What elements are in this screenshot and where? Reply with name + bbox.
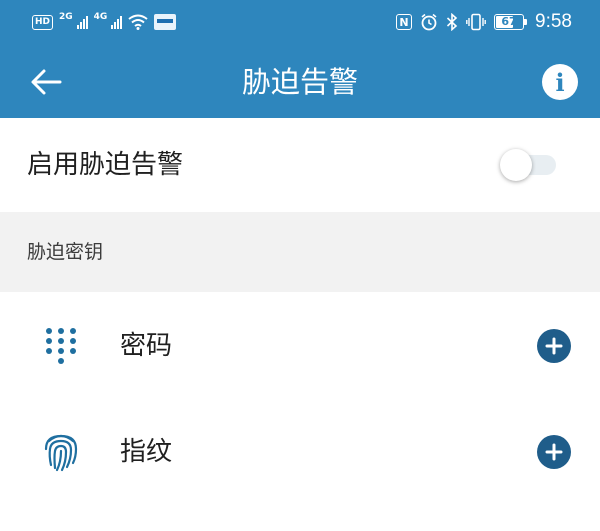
alarm-icon [421, 13, 437, 31]
wifi-icon [128, 14, 148, 30]
info-icon: i [555, 67, 565, 97]
info-button[interactable]: i [542, 64, 578, 100]
list-item-label: 指纹 [120, 437, 173, 467]
list-item-label: 密码 [120, 331, 173, 361]
list-item-password[interactable]: 密码 [0, 293, 600, 399]
page-title: 胁迫告警 [241, 65, 358, 99]
back-button[interactable] [24, 62, 68, 102]
toggle-label: 启用胁迫告警 [27, 150, 184, 180]
add-password-button[interactable] [537, 329, 571, 363]
keypad-icon [46, 328, 76, 364]
switch-thumb [500, 149, 532, 181]
add-fingerprint-button[interactable] [537, 435, 571, 469]
status-time: 9:58 [535, 11, 572, 32]
battery-percent: 67 [501, 15, 517, 28]
status-bar-right: N 67 9:58 [396, 10, 572, 34]
section-header: 胁迫密钥 [0, 212, 600, 292]
arrow-left-icon [31, 69, 62, 95]
app-header: HD 2G 4G N 67 9:58 胁迫告警 i [0, 0, 600, 118]
status-bar: HD 2G 4G N 67 9:58 [0, 0, 600, 44]
add-icon [545, 337, 563, 355]
duress-alarm-switch[interactable] [500, 149, 556, 181]
network-label-2: 4G [93, 12, 108, 22]
section-label: 胁迫密钥 [27, 241, 104, 263]
hd-badge: HD [32, 14, 54, 30]
fingerprint-icon [44, 434, 78, 472]
vibrate-icon [466, 13, 486, 31]
network-label-1: 2G [59, 12, 73, 22]
signal-1-icon [76, 15, 88, 29]
bluetooth-icon [446, 13, 458, 31]
list-item-fingerprint[interactable]: 指纹 [0, 399, 600, 505]
status-bar-left: HD 2G 4G [32, 10, 177, 34]
app-notification-icon [154, 14, 177, 30]
signal-2-icon [111, 15, 123, 29]
battery-indicator: 67 [494, 14, 528, 30]
add-icon [545, 443, 563, 461]
nfc-icon: N [396, 14, 413, 30]
